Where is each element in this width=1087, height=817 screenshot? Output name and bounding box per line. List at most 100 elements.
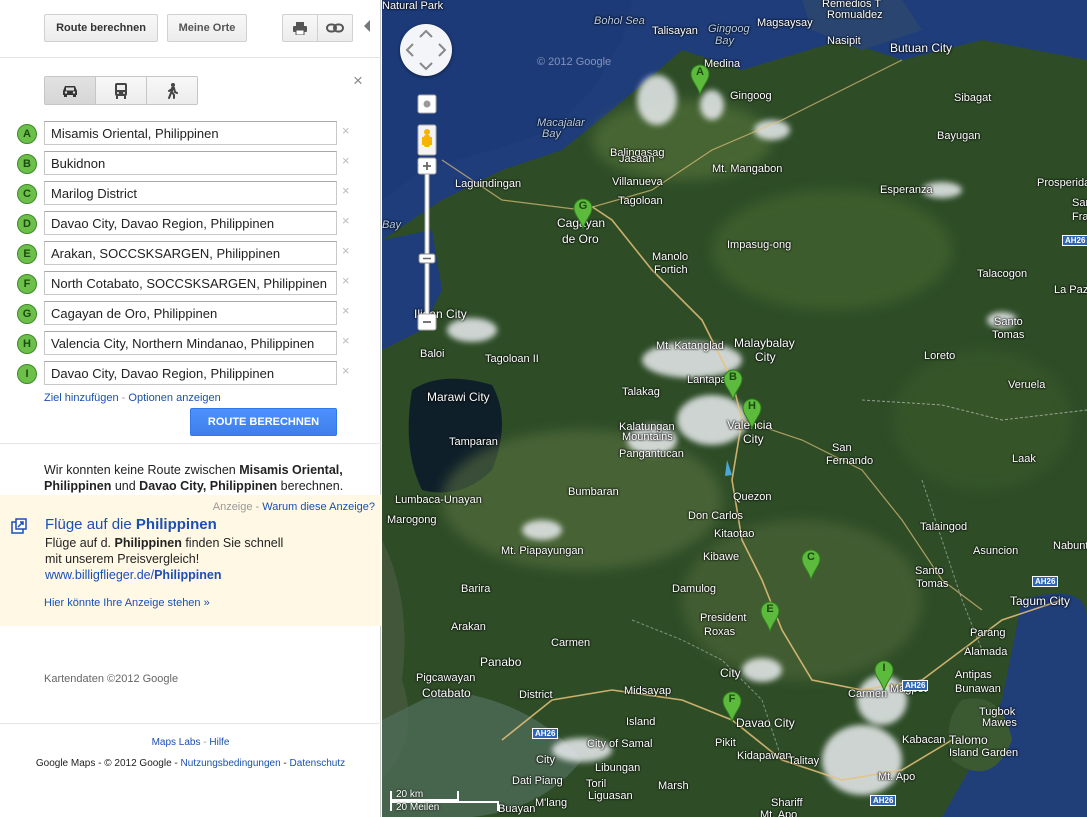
satellite-map[interactable]: © 2012 Google Remedios T Romualdez Bohol S… xyxy=(382,0,1087,817)
my-places-button[interactable]: Meine Orte xyxy=(167,14,247,42)
waypoint-input[interactable] xyxy=(44,301,337,325)
map-place-label: Pikit xyxy=(715,737,736,749)
waypoint-marker-icon[interactable]: A xyxy=(17,124,37,144)
ad-url-prefix: www.billigflieger.de/ xyxy=(45,568,155,582)
external-link-icon xyxy=(11,518,27,534)
route-pin-b[interactable]: B xyxy=(723,369,743,401)
waypoint-input[interactable] xyxy=(44,241,337,265)
waypoint-input[interactable] xyxy=(44,271,337,295)
remove-waypoint-icon[interactable]: × xyxy=(342,123,350,138)
map-data-copyright: Kartendaten ©2012 Google xyxy=(44,673,179,685)
waypoint-row: H× xyxy=(17,330,357,360)
ad-url-link[interactable]: www.billigflieger.de/Philippinen xyxy=(45,568,221,582)
map-place-label: Esperanza xyxy=(880,184,933,196)
waypoint-marker-icon[interactable]: G xyxy=(17,304,37,324)
pan-control[interactable] xyxy=(400,24,452,76)
waypoint-input[interactable] xyxy=(44,331,337,355)
ad-title-link[interactable]: Flüge auf die Philippinen xyxy=(45,516,217,533)
map-place-label: de Oro xyxy=(562,232,599,246)
terms-link[interactable]: Nutzungsbedingungen xyxy=(181,758,281,769)
map-place-label: City xyxy=(536,754,555,766)
map-pin-letter: F xyxy=(728,693,736,705)
collapse-panel-icon[interactable] xyxy=(364,20,370,32)
map-place-label: Bohol Sea xyxy=(594,15,645,27)
map-place-label: Fortich xyxy=(654,264,688,276)
map-place-label: Talisayan xyxy=(652,25,698,37)
map-pin-letter: A xyxy=(696,66,704,78)
map-place-label: Nasipit xyxy=(827,35,861,47)
waypoint-input[interactable] xyxy=(44,151,337,175)
map-place-label: Talakag xyxy=(622,386,660,398)
route-pin-g[interactable]: G xyxy=(573,198,593,230)
map-place-label: Prosperidad xyxy=(1037,177,1087,189)
waypoint-marker-icon[interactable]: D xyxy=(17,214,37,234)
help-link[interactable]: Hilfe xyxy=(209,737,229,748)
mode-transit[interactable] xyxy=(96,77,147,104)
waypoint-marker-icon[interactable]: C xyxy=(17,184,37,204)
link-button[interactable] xyxy=(317,14,353,42)
privacy-link[interactable]: Datenschutz xyxy=(290,758,346,769)
remove-waypoint-icon[interactable]: × xyxy=(342,333,350,348)
waypoint-input[interactable] xyxy=(44,211,337,235)
map-place-label: Magsaysay xyxy=(757,17,813,29)
zoom-slider[interactable] xyxy=(417,94,437,334)
mode-walk[interactable] xyxy=(147,77,197,104)
footer-links: Maps Labs - Hilfe xyxy=(0,737,381,748)
remove-waypoint-icon[interactable]: × xyxy=(342,303,350,318)
waypoint-marker-icon[interactable]: H xyxy=(17,334,37,354)
waypoint-marker-icon[interactable]: B xyxy=(17,154,37,174)
waypoint-marker-icon[interactable]: F xyxy=(17,274,37,294)
route-pin-i[interactable]: I xyxy=(874,660,894,692)
waypoint-row: E× xyxy=(17,240,357,270)
map-place-label: Liguasan xyxy=(588,790,633,802)
route-pin-f[interactable]: F xyxy=(722,691,742,723)
no-route-message: Wir konnten keine Route zwischen Misamis… xyxy=(44,462,374,494)
map-pin-letter: E xyxy=(766,603,774,615)
why-this-ad-link[interactable]: Warum diese Anzeige? xyxy=(262,501,375,513)
calculate-route-button[interactable]: ROUTE BERECHNEN xyxy=(190,408,337,436)
remove-waypoint-icon[interactable]: × xyxy=(342,273,350,288)
show-options-link[interactable]: Optionen anzeigen xyxy=(128,392,220,404)
map-place-label: Libungan xyxy=(595,762,641,774)
waypoint-input[interactable] xyxy=(44,361,337,385)
ad-more-link[interactable]: Hier könnte Ihre Anzeige stehen » xyxy=(44,597,210,609)
message-part1: Wir konnten keine Route zwischen xyxy=(44,463,240,477)
map-place-label: Baloi xyxy=(420,348,445,360)
mode-car[interactable] xyxy=(45,77,96,104)
map-place-label: Tagum City xyxy=(1010,594,1071,608)
remove-waypoint-icon[interactable]: × xyxy=(342,363,350,378)
route-button[interactable]: Route berechnen xyxy=(44,14,158,42)
remove-waypoint-icon[interactable]: × xyxy=(342,213,350,228)
route-pin-e[interactable]: E xyxy=(760,601,780,633)
waypoint-input[interactable] xyxy=(44,181,337,205)
print-icon xyxy=(293,21,307,35)
footer-copyright: Google Maps - © 2012 Google - xyxy=(35,758,181,769)
ad-title-prefix: Flüge auf die xyxy=(45,516,136,533)
waypoint-marker-icon[interactable]: I xyxy=(17,364,37,384)
map-place-label: Bay xyxy=(542,128,561,140)
map-place-label: Butuan City xyxy=(890,41,953,55)
waypoint-input[interactable] xyxy=(44,121,337,145)
map-place-label: Natural Park xyxy=(382,0,444,12)
link-icon xyxy=(326,23,344,33)
footer-sep: - xyxy=(280,758,290,769)
add-destination-link[interactable]: Ziel hinzufügen xyxy=(44,392,119,404)
footer-divider xyxy=(0,723,381,724)
remove-waypoint-icon[interactable]: × xyxy=(342,243,350,258)
map-place-label: City xyxy=(743,432,764,446)
route-pin-h[interactable]: H xyxy=(742,398,762,430)
maps-labs-link[interactable]: Maps Labs xyxy=(152,737,201,748)
map-watermark: © 2012 Google xyxy=(537,56,612,68)
remove-waypoint-icon[interactable]: × xyxy=(342,183,350,198)
map-place-label: Barira xyxy=(461,583,491,595)
close-directions-icon[interactable]: × xyxy=(353,72,363,90)
map-place-label: Don Carlos xyxy=(688,510,744,522)
travel-mode-selector xyxy=(44,76,198,105)
print-button[interactable] xyxy=(282,14,318,42)
map-place-label: Loreto xyxy=(924,350,956,362)
route-pin-a[interactable]: A xyxy=(690,64,710,96)
route-pin-c[interactable]: C xyxy=(801,549,821,581)
map-place-label: Nabunturan xyxy=(1053,540,1087,552)
remove-waypoint-icon[interactable]: × xyxy=(342,153,350,168)
waypoint-marker-icon[interactable]: E xyxy=(17,244,37,264)
